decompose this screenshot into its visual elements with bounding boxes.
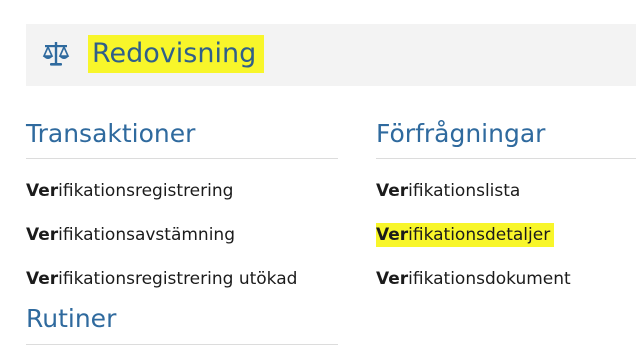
menu-item-label: ifikationsdokument <box>408 269 571 289</box>
menu-item-verifikationsregistrering-utokad[interactable]: Verifikationsregistrering utökad <box>26 257 338 301</box>
highlight-marker: Verifikationsdetaljer <box>376 223 555 247</box>
scales-icon <box>42 42 70 66</box>
menu-item-label: ifikationsavstämning <box>58 225 235 245</box>
page-title: Redovisning <box>88 35 265 73</box>
search-match: Ver <box>376 269 409 289</box>
search-match: Ver <box>376 181 409 201</box>
search-match: Ver <box>376 225 409 245</box>
section-heading-rutiner: Rutiner <box>26 300 338 345</box>
menu-item-label: ifikationslista <box>408 181 521 201</box>
search-match: Ver <box>26 269 59 289</box>
section-transaktioner: Transaktioner Verifikationsregistrering … <box>26 116 338 301</box>
section-rutiner: Rutiner <box>26 300 338 345</box>
menu-item-verifikationsavstamning[interactable]: Verifikationsavstämning <box>26 213 338 257</box>
menu-item-verifikationsdetaljer[interactable]: Verifikationsdetaljer <box>376 213 636 257</box>
menu-list-transaktioner: Verifikationsregistrering Verifikationsa… <box>26 169 338 301</box>
menu-item-label: ifikationsregistrering utökad <box>58 269 298 289</box>
search-match: Ver <box>26 225 59 245</box>
menu-list-forfragningar: Verifikationslista Verifikationsdetaljer… <box>376 169 636 301</box>
section-forfragningar: Förfrågningar Verifikationslista Verifik… <box>376 116 636 301</box>
menu-item-verifikationsdokument[interactable]: Verifikationsdokument <box>376 257 636 301</box>
menu-item-verifikationsregistrering[interactable]: Verifikationsregistrering <box>26 169 338 213</box>
menu-item-verifikationslista[interactable]: Verifikationslista <box>376 169 636 213</box>
search-match: Ver <box>26 181 59 201</box>
module-header: Redovisning <box>26 24 636 86</box>
menu-item-label: ifikationsregistrering <box>58 181 234 201</box>
menu-item-label: ifikationsdetaljer <box>408 225 551 245</box>
section-heading-transaktioner: Transaktioner <box>26 116 338 159</box>
section-heading-forfragningar: Förfrågningar <box>376 116 636 159</box>
page: Redovisning Transaktioner Verifikationsr… <box>0 0 636 346</box>
